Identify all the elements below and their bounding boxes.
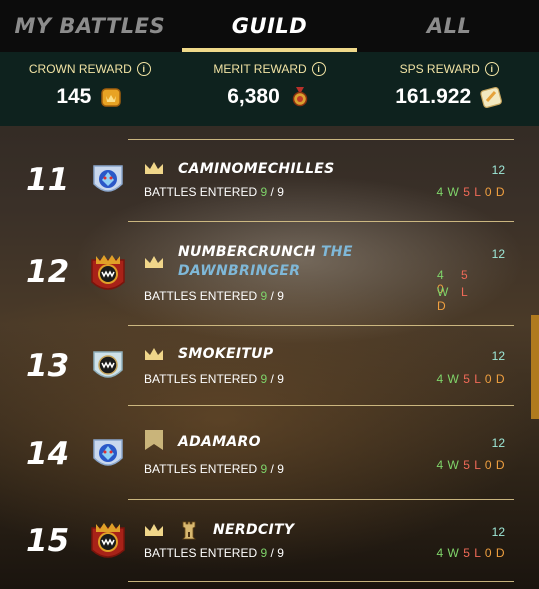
crown-reward: CROWN REWARD i 145 [0, 52, 180, 126]
merit-reward-title: MERIT REWARD [213, 62, 307, 76]
win-loss-draw-letters: W LD [437, 285, 468, 313]
player-name[interactable]: NERDCITY [213, 522, 294, 538]
sps-token-icon [480, 87, 503, 108]
battles-entered: BATTLES ENTERED 9 / 9 [144, 462, 284, 476]
rewards-panel: CROWN REWARD i 145 MERIT REWARD i 6,380 [0, 52, 539, 126]
rank-number: 11 [26, 162, 70, 198]
merit-reward: MERIT REWARD i 6,380 [180, 52, 360, 126]
rank-number: 13 [26, 348, 70, 384]
score-value: 12 [491, 525, 505, 539]
merit-medal-icon [292, 87, 308, 107]
scrollbar-thumb[interactable] [531, 315, 539, 419]
win-loss-draw: 4 W 5 L 0 D [436, 372, 505, 386]
red-monster-crest-icon [91, 255, 125, 290]
player-row[interactable]: 11 CAMINOMECHILLES BATTLES ENTERED 9 / 9… [0, 140, 539, 221]
score-value: 12 [491, 436, 505, 450]
battles-entered: BATTLES ENTERED 9 / 9 [144, 289, 284, 303]
battles-entered: BATTLES ENTERED 9 / 9 [144, 372, 284, 386]
crown-reward-title: CROWN REWARD [28, 62, 132, 76]
rank-number: 14 [26, 436, 70, 472]
player-name[interactable]: NUMBERCRUNCH [178, 244, 316, 260]
sps-reward-value: 161.922 [395, 85, 472, 108]
tab-my-battles[interactable]: MY BATTLES [0, 0, 180, 52]
score-value: 12 [491, 349, 505, 363]
tab-all[interactable]: ALL [359, 0, 539, 52]
player-row[interactable]: 15 NERDCITY BATTLES ENTERED 9 / 9 12 4 W… [0, 500, 539, 581]
player-name[interactable]: CAMINOMECHILLES [178, 161, 335, 177]
battles-entered: BATTLES ENTERED 9 / 9 [144, 546, 284, 560]
silver-monster-crest-icon [93, 351, 123, 378]
player-row[interactable]: 12 NUMBERCRUNCH THE DAWNBRINGER BATTLES … [0, 222, 539, 325]
red-monster-crest-icon [91, 523, 125, 558]
merit-reward-value: 6,380 [227, 85, 280, 108]
crown-reward-value: 145 [56, 85, 92, 108]
sps-reward: SPS REWARD i 161.922 [359, 52, 539, 126]
tower-icon [182, 521, 196, 540]
player-row[interactable]: 14 ADAMARO BATTLES ENTERED 9 / 9 12 4 W … [0, 406, 539, 499]
rank-number: 15 [26, 523, 70, 559]
tab-bar: MY BATTLES GUILD ALL [0, 0, 539, 52]
score-value: 12 [491, 163, 505, 177]
crown-icon [145, 348, 163, 360]
win-loss-draw: 4 W 5 L 0 D [436, 185, 505, 199]
blue-dragon-crest-icon [93, 439, 123, 466]
win-loss-draw: 4 W 5 L 0 D [436, 546, 505, 560]
battles-entered: BATTLES ENTERED 9 / 9 [144, 185, 284, 199]
info-icon[interactable]: i [311, 62, 326, 76]
win-loss-draw: 4 W 5 L 0 D [436, 458, 505, 472]
sps-reward-title: SPS REWARD [399, 62, 480, 76]
info-icon[interactable]: i [484, 62, 499, 76]
player-row[interactable]: 13 SMOKEITUP BATTLES ENTERED 9 / 9 12 4 … [0, 326, 539, 405]
blue-dragon-crest-icon [93, 165, 123, 192]
player-name[interactable]: ADAMARO [178, 434, 261, 450]
rank-number: 12 [26, 254, 70, 290]
crown-icon [145, 524, 163, 536]
crown-icon [145, 256, 163, 268]
score-value: 12 [491, 247, 505, 261]
pennant-icon [145, 430, 163, 450]
crown-icon [145, 162, 163, 174]
crown-token-icon [101, 88, 122, 107]
info-icon[interactable]: i [136, 62, 151, 76]
player-name[interactable]: SMOKEITUP [178, 346, 273, 362]
row-divider [128, 581, 514, 582]
tab-guild[interactable]: GUILD [180, 0, 360, 52]
